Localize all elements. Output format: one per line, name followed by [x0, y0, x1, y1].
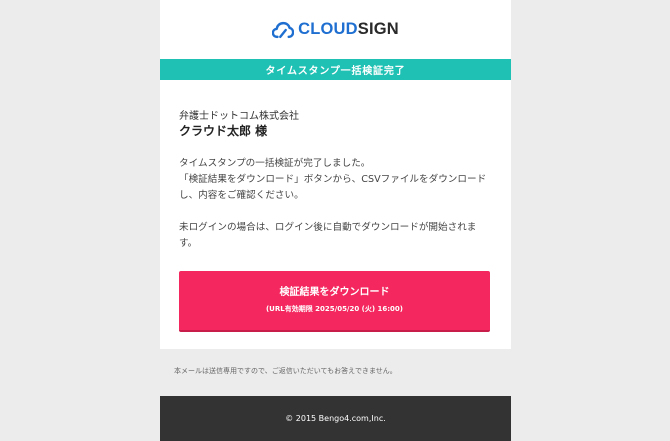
download-results-button[interactable]: 検証結果をダウンロード (URL有効期限 2025/05/20 (火) 16:0… — [179, 271, 490, 332]
status-banner: タイムスタンプ一括検証完了 — [160, 59, 511, 80]
no-reply-notice: 本メールは送信専用ですので、ご返信いただいてもお答えできません。 — [160, 349, 511, 396]
url-expiry-text: (URL有効期限 2025/05/20 (火) 16:00) — [265, 305, 403, 313]
company-name: 弁護士ドットコム株式会社 — [179, 111, 299, 122]
recipient-name: クラウド太郎 様 — [179, 124, 268, 138]
header-logo: CLOUDSIGN — [160, 0, 511, 59]
copyright-text: © 2015 Bengo4.com,Inc. — [285, 414, 386, 423]
download-button-label: 検証結果をダウンロード — [279, 287, 390, 298]
logo-text-sign: SIGN — [357, 20, 399, 39]
footer: © 2015 Bengo4.com,Inc. — [160, 396, 511, 441]
cloud-logo-icon — [272, 21, 295, 38]
email-container: CLOUDSIGN タイムスタンプ一括検証完了 弁護士ドットコム株式会社 クラウ… — [160, 0, 511, 441]
message-content: 弁護士ドットコム株式会社 クラウド太郎 様 タイムスタンプの一括検証が完了しまし… — [160, 80, 511, 332]
logo-text-cloud: CLOUD — [298, 20, 358, 39]
message-body: タイムスタンプの一括検証が完了しました。 「検証結果をダウンロード」ボタンから、… — [179, 156, 492, 252]
body-line-1: タイムスタンプの一括検証が完了しました。 — [179, 158, 371, 169]
body-line-2: 「検証結果をダウンロード」ボタンから、CSVファイルをダウンロードし、内容をご確… — [179, 174, 487, 201]
logo-wordmark: CLOUDSIGN — [298, 21, 399, 38]
body-paragraph-2: 未ログインの場合は、ログイン後に自動でダウンロードが開始されます。 — [179, 222, 477, 249]
